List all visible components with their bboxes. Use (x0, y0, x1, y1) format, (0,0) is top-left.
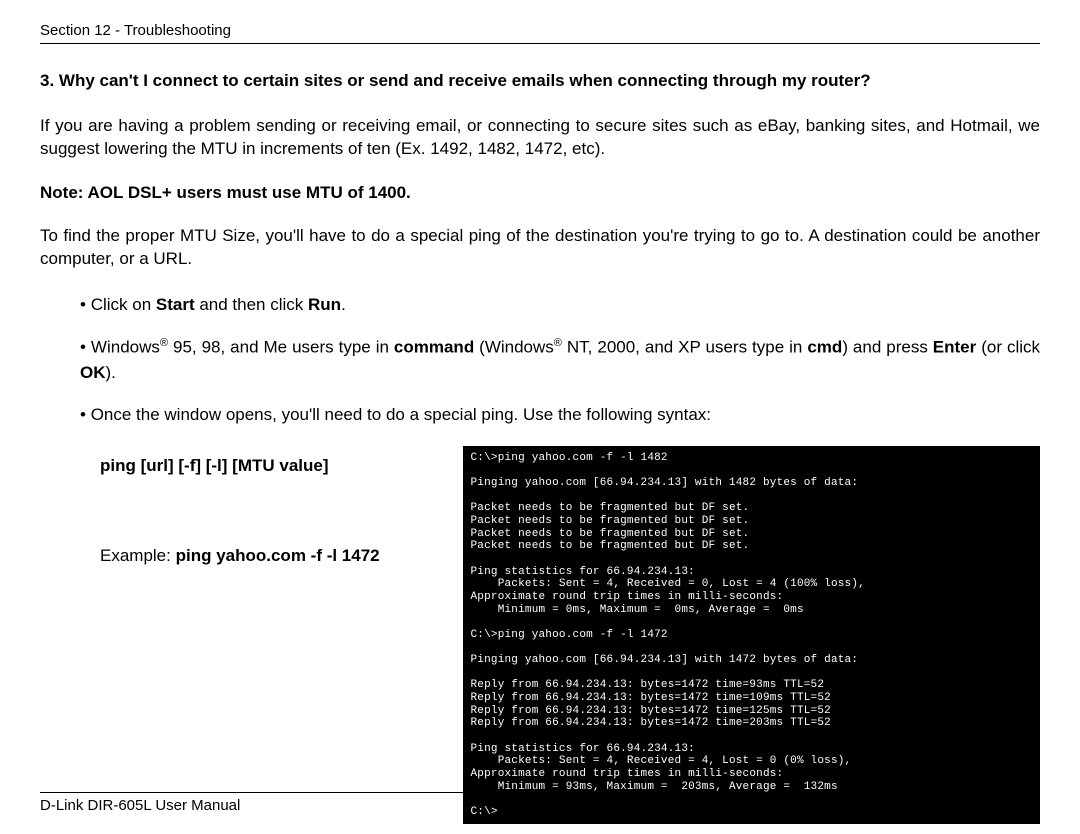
text: and then click (195, 295, 308, 314)
kw-run: Run (308, 295, 341, 314)
text: Once the window opens, you'll need to do… (91, 405, 711, 424)
question-heading: 3. Why can't I connect to certain sites … (40, 70, 1040, 93)
kw-cmd: cmd (807, 338, 842, 357)
manual-title: D-Link DIR-605L User Manual (40, 797, 240, 814)
kw-enter: Enter (933, 338, 976, 357)
page-header: Section 12 - Troubleshooting (40, 22, 1040, 44)
example-command: ping yahoo.com -f -l 1472 (176, 546, 380, 565)
reg-icon: ® (554, 337, 562, 349)
page-footer: D-Link DIR-605L User Manual 81 (40, 792, 1040, 814)
bullet-special-ping: • Once the window opens, you'll need to … (80, 403, 1040, 428)
text: . (341, 295, 346, 314)
syntax-column: ping [url] [-f] [-l] [MTU value] Example… (40, 446, 439, 566)
text: ) and press (842, 338, 932, 357)
bullet-command: • Windows® 95, 98, and Me users type in … (80, 335, 1040, 385)
bullet-start-run: • Click on Start and then click Run. (80, 293, 1040, 318)
note-aol: Note: AOL DSL+ users must use MTU of 140… (40, 183, 1040, 203)
text: Windows (91, 338, 160, 357)
ping-syntax: ping [url] [-f] [-l] [MTU value] (100, 456, 439, 476)
kw-start: Start (156, 295, 195, 314)
instruction-list: • Click on Start and then click Run. • W… (40, 293, 1040, 428)
text: 95, 98, and Me users type in (168, 338, 394, 357)
text: Click on (91, 295, 156, 314)
paragraph-mtu: To find the proper MTU Size, you'll have… (40, 225, 1040, 271)
kw-command: command (394, 338, 474, 357)
syntax-row: ping [url] [-f] [-l] [MTU value] Example… (40, 446, 1040, 825)
page: Section 12 - Troubleshooting 3. Why can'… (0, 0, 1080, 834)
terminal-screenshot: C:\>ping yahoo.com -f -l 1482 Pinging ya… (463, 446, 1041, 825)
section-label: Section 12 - Troubleshooting (40, 22, 231, 39)
text: NT, 2000, and XP users type in (562, 338, 807, 357)
paragraph-intro: If you are having a problem sending or r… (40, 115, 1040, 161)
page-number: 81 (1023, 797, 1040, 814)
text: ). (106, 363, 116, 382)
reg-icon: ® (160, 337, 168, 349)
text: (or click (976, 338, 1040, 357)
text: (Windows (474, 338, 554, 357)
kw-ok: OK (80, 363, 106, 382)
ping-example: Example: ping yahoo.com -f -l 1472 (100, 546, 439, 566)
example-label: Example: (100, 546, 176, 565)
